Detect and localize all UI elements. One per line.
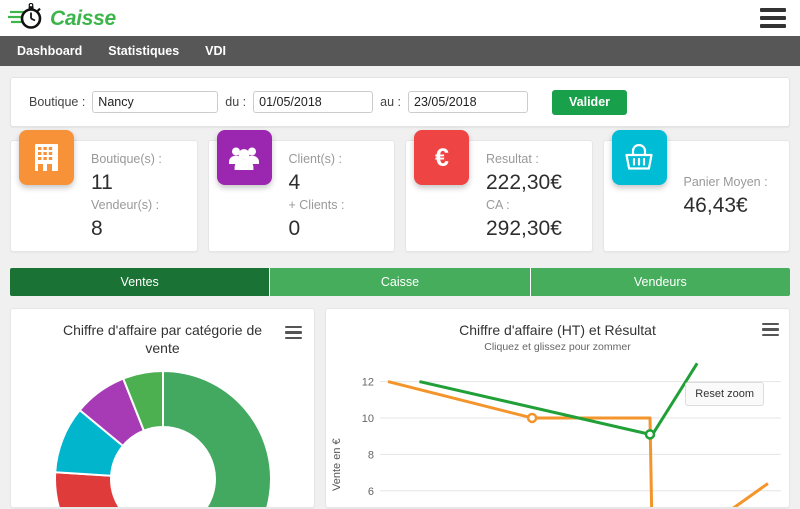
date-to-label: au : xyxy=(380,95,402,109)
hamburger-bar xyxy=(760,8,786,12)
kpi-label: Panier Moyen : xyxy=(683,175,768,189)
donut-chart-title: Chiffre d'affaire par catégorie de vente xyxy=(62,322,263,356)
top-bar: Caisse xyxy=(0,0,800,36)
line-chart-subtitle: Cliquez et glissez pour zommer xyxy=(484,341,631,353)
tab-caisse[interactable]: Caisse xyxy=(270,268,531,296)
svg-text:€: € xyxy=(435,144,449,172)
chart-tabs: Ventes Caisse Vendeurs xyxy=(10,268,790,296)
menu-bar xyxy=(762,328,779,331)
kpi-value: 8 xyxy=(91,217,103,240)
main-navigation: Dashboard Statistiques VDI xyxy=(0,36,800,66)
tab-ventes[interactable]: Ventes xyxy=(10,268,271,296)
y-axis-tick-label: 8 xyxy=(368,449,374,461)
kpi-value: 222,30€ xyxy=(486,171,562,194)
donut-chart-canvas xyxy=(11,361,314,508)
y-axis-tick-label: 6 xyxy=(368,486,374,498)
kpi-label: Boutique(s) : xyxy=(91,152,162,166)
filter-bar: Boutique : du : au : Valider xyxy=(10,77,790,127)
date-from-label: du : xyxy=(225,95,247,109)
euro-icon: € xyxy=(414,130,469,185)
kpi-value: 0 xyxy=(288,217,301,240)
line-chart-title: Chiffre d'affaire (HT) et Résultat xyxy=(459,322,656,338)
users-icon xyxy=(216,130,272,185)
data-point-marker[interactable] xyxy=(644,429,656,440)
stopwatch-icon xyxy=(8,3,42,29)
date-to-input[interactable] xyxy=(408,91,529,113)
nav-item-vdi[interactable]: VDI xyxy=(192,36,239,66)
donut-slice[interactable] xyxy=(54,471,125,508)
nav-item-statistiques[interactable]: Statistiques xyxy=(95,36,192,66)
reset-zoom-button[interactable]: Reset zoom xyxy=(685,382,764,406)
charts-area: Chiffre d'affaire par catégorie de vente… xyxy=(10,308,790,508)
menu-bar xyxy=(762,323,779,326)
date-from-input[interactable] xyxy=(253,91,374,113)
boutique-input[interactable] xyxy=(92,91,219,113)
hamburger-menu-icon[interactable] xyxy=(760,8,786,28)
boutique-label: Boutique : xyxy=(29,95,86,109)
basket-icon xyxy=(611,130,667,185)
y-axis-label: Vente en € xyxy=(331,438,343,491)
menu-bar xyxy=(285,331,302,334)
card-resultat: € Resultat : 222,30€ CA : 292,30€ xyxy=(405,130,593,252)
donut-chart-panel: Chiffre d'affaire par catégorie de vente xyxy=(10,308,315,508)
building-icon xyxy=(19,130,74,185)
kpi-label: CA : xyxy=(486,198,510,212)
card-clients: Client(s) : 4 + Clients : 0 xyxy=(207,130,395,252)
nav-item-dashboard[interactable]: Dashboard xyxy=(4,36,95,66)
card-boutiques: Boutique(s) : 11 Vendeur(s) : 8 xyxy=(10,130,198,252)
kpi-value: 4 xyxy=(288,171,301,194)
kpi-label: Vendeur(s) : xyxy=(91,198,160,212)
hamburger-bar xyxy=(760,16,786,20)
kpi-cards: Boutique(s) : 11 Vendeur(s) : 8 Client(s… xyxy=(10,130,790,252)
kpi-value: 292,30€ xyxy=(486,217,562,240)
brand-name: Caisse xyxy=(50,6,116,30)
menu-bar xyxy=(762,333,779,336)
tab-vendeurs[interactable]: Vendeurs xyxy=(530,268,790,296)
context-menu-icon[interactable] xyxy=(762,323,779,336)
data-point-marker[interactable] xyxy=(526,412,538,424)
menu-bar xyxy=(285,336,302,339)
kpi-label: Client(s) : xyxy=(288,152,342,166)
y-axis-tick-label: 10 xyxy=(362,413,374,425)
brand-logo[interactable]: Caisse xyxy=(0,3,116,33)
valider-button[interactable]: Valider xyxy=(552,89,628,115)
y-axis-tick-label: 12 xyxy=(362,377,374,389)
kpi-value: 11 xyxy=(91,171,113,194)
hamburger-bar xyxy=(760,24,786,28)
kpi-value: 46,43€ xyxy=(683,194,748,217)
kpi-label: + Clients : xyxy=(288,198,345,212)
menu-bar xyxy=(285,326,302,329)
line-chart-panel: Chiffre d'affaire (HT) et Résultat Cliqu… xyxy=(325,308,790,508)
context-menu-icon[interactable] xyxy=(285,326,302,339)
kpi-label: Resultat : xyxy=(486,152,539,166)
card-panier-moyen: Panier Moyen : 46,43€ xyxy=(602,130,790,252)
